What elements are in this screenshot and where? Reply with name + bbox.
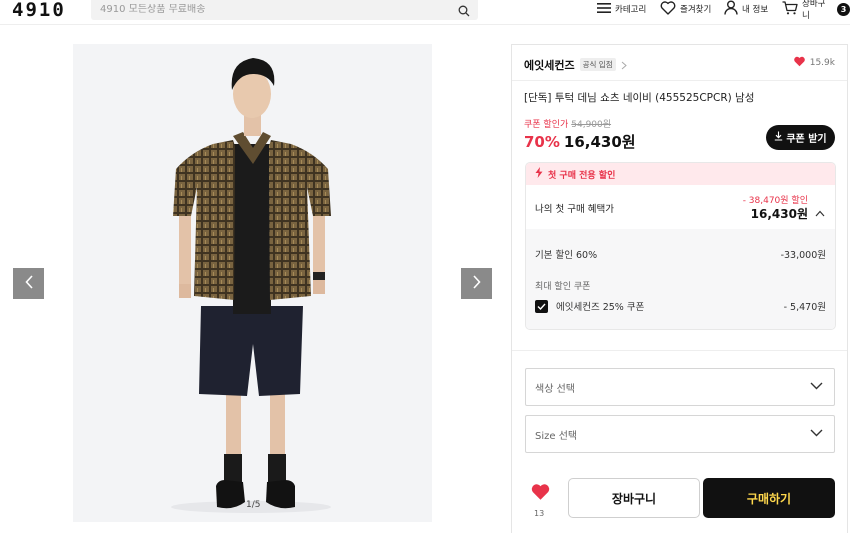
heart-filled-icon	[793, 56, 806, 70]
brand-like-count: 15.9k	[809, 58, 835, 68]
nav-favorites[interactable]: 즐겨찾기	[660, 0, 711, 18]
coupon-price-text: 쿠폰 할인가	[524, 120, 569, 130]
user-icon	[724, 0, 738, 18]
nav-favorites-label: 즐겨찾기	[680, 5, 712, 15]
buy-now-button[interactable]: 구매하기	[703, 478, 835, 518]
product-image[interactable]	[73, 44, 432, 522]
header-divider	[0, 24, 850, 25]
chevron-left-icon	[24, 274, 34, 294]
base-discount-label: 기본 할인 60%	[535, 250, 598, 261]
sale-price: 16,430원	[563, 133, 636, 151]
nav-my-info-label: 내 정보	[742, 5, 769, 15]
nav-category-label: 카테고리	[615, 5, 647, 15]
brand-name: 에잇세컨즈	[524, 58, 575, 72]
nav-category[interactable]: 카테고리	[597, 0, 646, 18]
price-row: 70% 16,430원	[524, 131, 636, 152]
coupon-checkbox[interactable]	[535, 299, 548, 313]
model-photo	[171, 58, 331, 513]
heart-outline-icon	[660, 0, 676, 18]
max-coupon-label: 최대 할인 쿠폰	[535, 282, 591, 292]
menu-icon	[597, 2, 611, 17]
download-icon	[774, 131, 783, 144]
purchase-bar: 13 장바구니 구매하기	[512, 475, 847, 535]
original-price: 54,900원	[571, 120, 612, 130]
chevron-right-small-icon	[621, 55, 627, 74]
first-purchase-benefit: 첫 구매 전용 할인 나의 첫 구매 혜택가 - 38,470원 할인 16,4…	[525, 162, 836, 330]
product-title: [단독] 투턱 데님 쇼츠 네이비 (455525CPCR) 남성	[524, 92, 755, 104]
gallery-prev-button[interactable]	[13, 268, 44, 299]
base-discount-amount: -33,000원	[780, 250, 826, 261]
top-bar: 4910 카테고리 즐겨찾기 내 정보 장바구니 3	[0, 0, 850, 22]
gallery-next-button[interactable]	[461, 268, 492, 299]
divider	[512, 80, 847, 81]
benefit-summary-toggle[interactable]: 나의 첫 구매 혜택가 - 38,470원 할인 16,430원	[526, 185, 835, 229]
search-bar[interactable]	[91, 0, 478, 20]
size-select[interactable]: Size 선택	[525, 415, 835, 453]
coupon-name: 에잇세컨즈 25% 쿠폰	[556, 302, 645, 313]
color-select[interactable]: 색상 선택	[525, 368, 835, 406]
coupon-download-button[interactable]: 쿠폰 받기	[766, 125, 835, 150]
size-select-label: Size 선택	[535, 430, 578, 442]
benefit-header-label: 첫 구매 전용 할인	[548, 170, 616, 181]
search-input[interactable]	[100, 3, 440, 15]
divider	[512, 350, 847, 351]
brand-like-button[interactable]: 15.9k	[793, 56, 835, 70]
nav-cart-label: 장바구니	[802, 0, 826, 21]
brand-link[interactable]: 에잇세컨즈 공식 입점	[524, 55, 627, 74]
chevron-down-icon	[810, 429, 823, 440]
like-count: 13	[534, 509, 545, 518]
cart-icon	[782, 0, 798, 18]
heart-filled-icon	[530, 484, 551, 505]
chevron-down-icon	[810, 382, 823, 393]
coupon-amount: - 5,470원	[783, 302, 826, 313]
nav-my-info[interactable]: 내 정보	[724, 0, 768, 18]
add-to-cart-button[interactable]: 장바구니	[568, 478, 700, 518]
base-discount-row: 기본 할인 60% -33,000원	[535, 247, 826, 261]
color-select-label: 색상 선택	[535, 383, 575, 395]
chevron-up-icon	[815, 202, 825, 221]
gallery-pager: 1/5	[246, 500, 261, 510]
coupon-download-label: 쿠폰 받기	[786, 134, 827, 145]
coupon-row: 에잇세컨즈 25% 쿠폰 - 5,470원	[535, 299, 826, 313]
search-icon[interactable]	[458, 2, 470, 21]
lightning-icon	[535, 167, 543, 181]
nav-cart[interactable]: 장바구니 3	[782, 0, 850, 21]
benefit-header: 첫 구매 전용 할인	[526, 163, 835, 185]
product-panel: 에잇세컨즈 공식 입점 15.9k [단독] 투턱 데님 쇼츠 네이비 (455…	[511, 44, 848, 533]
cart-count-badge: 3	[837, 2, 850, 16]
official-tag: 공식 입점	[579, 58, 616, 71]
benefit-detail: 기본 할인 60% -33,000원 최대 할인 쿠폰 에잇세컨즈 25% 쿠폰…	[526, 229, 835, 329]
benefit-summary-label: 나의 첫 구매 혜택가	[535, 204, 614, 215]
logo[interactable]: 4910	[12, 0, 66, 21]
discount-rate: 70%	[524, 133, 560, 151]
like-button[interactable]	[529, 483, 551, 505]
benefit-summary-total: 16,430원	[750, 207, 808, 221]
chevron-right-icon	[472, 274, 482, 294]
coupon-price-label: 쿠폰 할인가 54,900원	[524, 117, 611, 130]
